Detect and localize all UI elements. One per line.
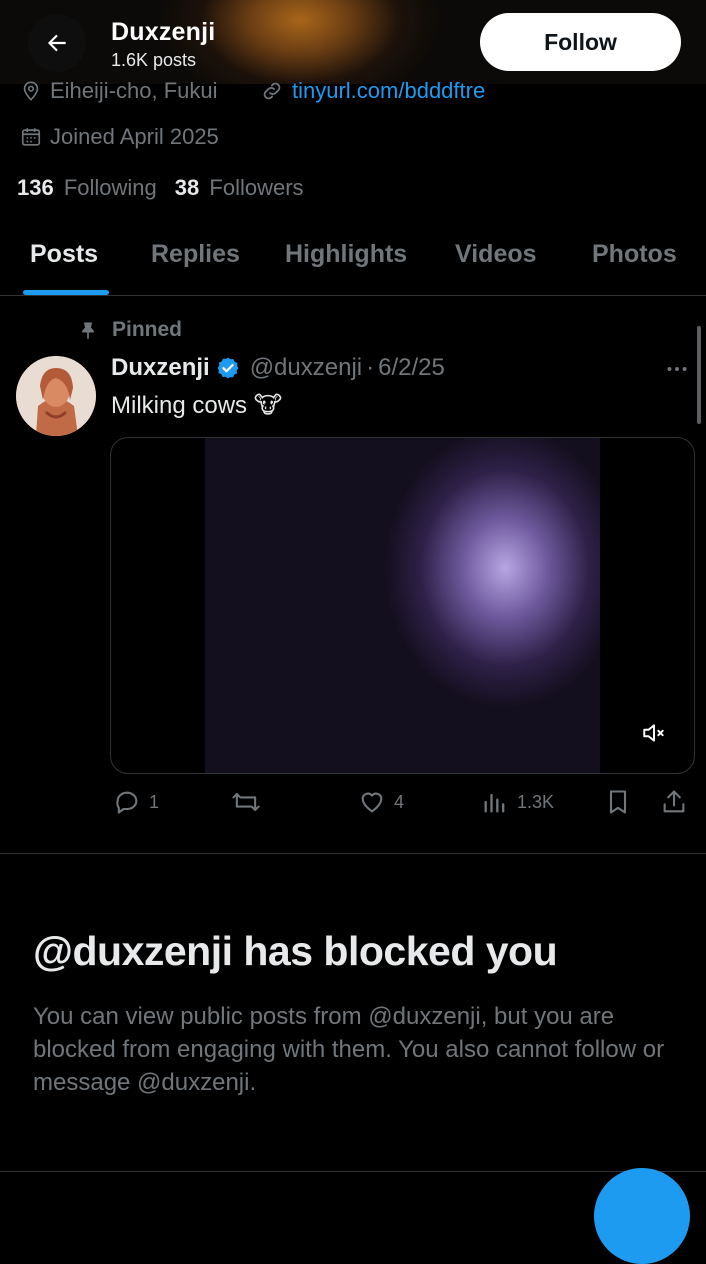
- following-link[interactable]: 136 Following: [17, 175, 157, 201]
- arrow-left-icon: [47, 34, 66, 52]
- blocked-title: @duxzenji has blocked you: [33, 928, 558, 974]
- video-frame: [205, 438, 600, 773]
- link-icon: [263, 82, 281, 100]
- following-label: Following: [63, 175, 157, 200]
- tab-videos[interactable]: Videos: [455, 240, 537, 269]
- scrollbar[interactable]: [697, 326, 701, 424]
- mute-button[interactable]: [641, 720, 667, 746]
- pin-icon: [82, 322, 94, 340]
- tab-highlights[interactable]: Highlights: [285, 240, 407, 269]
- tabs-divider: [0, 295, 706, 296]
- follow-button[interactable]: Follow: [480, 13, 681, 71]
- followers-link[interactable]: 38 Followers: [175, 175, 304, 201]
- pinned-row: Pinned: [78, 318, 182, 342]
- back-button[interactable]: [28, 14, 86, 72]
- more-horizontal-icon: [667, 367, 687, 371]
- post-divider: [0, 853, 706, 854]
- post-header: Duxzenji @duxzenji · 6/2/25: [111, 354, 445, 382]
- post-text: Milking cows 🐮: [111, 392, 283, 419]
- share-button[interactable]: [660, 788, 688, 816]
- repost-icon: [232, 792, 260, 812]
- location-row: Eiheiji-cho, Fukui: [20, 78, 218, 104]
- share-icon: [663, 790, 685, 813]
- blocked-description: You can view public posts from @duxzenji…: [33, 1003, 665, 1096]
- reply-icon: [116, 791, 138, 814]
- joined-text: Joined April 2025: [50, 124, 219, 149]
- header-profile-name: Duxzenji: [111, 18, 216, 46]
- repost-button[interactable]: [230, 788, 262, 816]
- following-count: 136: [17, 175, 54, 200]
- followers-count: 38: [174, 175, 200, 200]
- more-options-button[interactable]: [664, 356, 690, 382]
- location-text: Eiheiji-cho, Fukui: [50, 78, 218, 103]
- pinned-label: Pinned: [112, 318, 183, 341]
- tab-replies[interactable]: Replies: [151, 240, 240, 269]
- bottom-divider: [0, 1171, 706, 1172]
- post-handle[interactable]: @duxzenji: [250, 354, 362, 382]
- compose-button[interactable]: [594, 1168, 690, 1264]
- avatar-image: [16, 356, 96, 436]
- reply-button[interactable]: 1: [113, 788, 159, 816]
- follow-stats: 136 Following 38 Followers: [17, 175, 304, 201]
- tab-photos[interactable]: Photos: [592, 240, 677, 269]
- verified-badge-icon: [217, 357, 239, 379]
- followers-label: Followers: [209, 175, 304, 200]
- location-pin-icon: [23, 81, 39, 101]
- views-count: 1.3K: [517, 791, 555, 812]
- website-link[interactable]: tinyurl.com/bdddftre: [292, 78, 485, 104]
- post-author-name[interactable]: Duxzenji: [111, 354, 210, 382]
- joined-row: Joined April 2025: [20, 124, 219, 150]
- calendar-icon: [21, 128, 41, 146]
- reply-count: 1: [149, 791, 160, 812]
- like-button[interactable]: 4: [358, 788, 404, 816]
- heart-icon: [361, 792, 383, 813]
- views-button[interactable]: 1.3K: [481, 788, 554, 816]
- analytics-bar-icon: [484, 793, 505, 813]
- bookmark-button[interactable]: [604, 788, 632, 816]
- post-separator: ·: [366, 354, 375, 381]
- muted-speaker-icon: [643, 724, 664, 742]
- avatar[interactable]: [16, 356, 96, 436]
- website-row[interactable]: tinyurl.com/bdddftre: [260, 78, 485, 104]
- like-count: 4: [394, 791, 405, 812]
- tab-posts[interactable]: Posts: [30, 240, 98, 269]
- post-date[interactable]: 6/2/25: [378, 354, 445, 382]
- post-video[interactable]: [110, 437, 695, 774]
- bookmark-icon: [609, 790, 627, 814]
- header-posts-count: 1.6K posts: [111, 50, 197, 70]
